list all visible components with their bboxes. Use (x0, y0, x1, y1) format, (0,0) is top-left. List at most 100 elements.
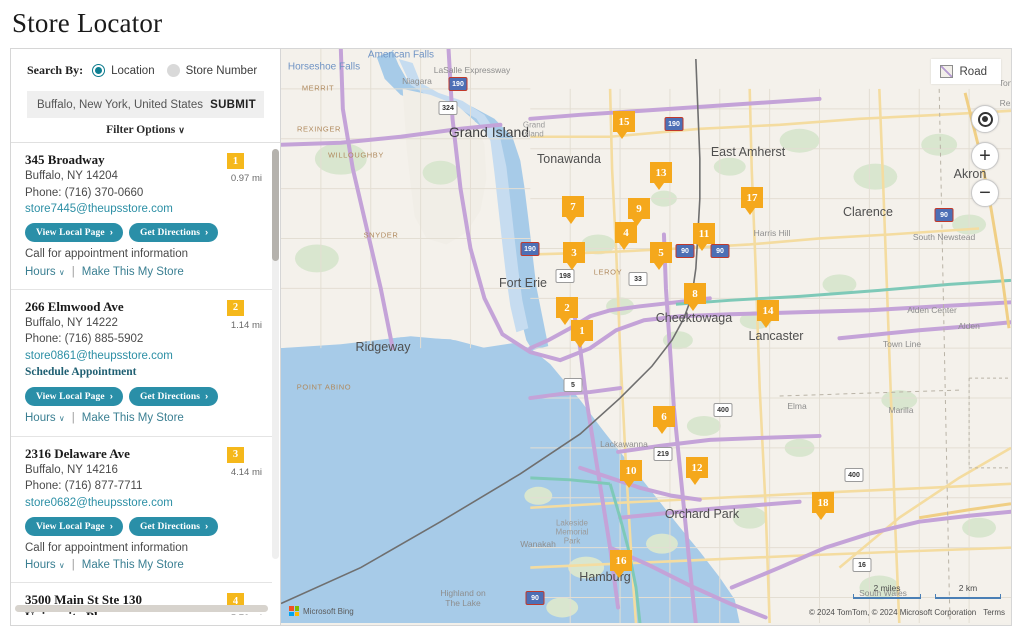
map-pin[interactable]: 6 (653, 406, 675, 434)
map-pin[interactable]: 10 (620, 460, 642, 488)
map-pin[interactable]: 16 (610, 550, 632, 578)
map-pin[interactable]: 11 (693, 223, 715, 251)
map-canvas (281, 49, 1011, 624)
schedule-appointment-link[interactable]: Schedule Appointment (25, 364, 258, 381)
terms-link[interactable]: Terms (983, 608, 1005, 617)
map-pin[interactable]: 7 (562, 196, 584, 224)
map-pin[interactable]: 14 (757, 300, 779, 328)
route-shield: 5 (563, 378, 583, 392)
map[interactable]: Horseshoe Falls American Falls Niagara MERR… (280, 49, 1011, 625)
results-horizontal-scrollbar-thumb[interactable] (15, 605, 268, 612)
radio-store-number-label: Store Number (185, 64, 258, 77)
map-pin[interactable]: 9 (628, 198, 650, 226)
store-address: Buffalo, NY 14216 (25, 463, 118, 476)
hours-toggle[interactable]: Hours ∨ (25, 264, 65, 281)
map-pin[interactable]: 5 (650, 242, 672, 270)
bing-logo[interactable]: Microsoft Bing (289, 606, 354, 616)
store-result-item[interactable]: 345 Broadway Buffalo, NY 14204 Phone: (716… (11, 143, 272, 290)
locate-me-button[interactable] (971, 105, 999, 133)
microsoft-logo-icon (289, 606, 299, 616)
get-directions-button[interactable]: Get Directions › (128, 223, 219, 243)
results-horizontal-scrollbar[interactable] (15, 605, 268, 612)
chevron-down-icon: ∨ (58, 561, 65, 571)
filter-options-toggle[interactable]: Filter Options ∨ (27, 124, 264, 136)
route-shield: 190 (664, 117, 684, 131)
hours-toggle[interactable]: Hours ∨ (25, 410, 65, 427)
map-pin[interactable]: 8 (684, 283, 706, 311)
route-shield: 90 (710, 244, 730, 258)
links-separator: | (71, 412, 75, 425)
view-local-page-label: View Local Page (36, 521, 105, 532)
make-this-my-store-link[interactable]: Make This My Store (82, 410, 184, 427)
hours-label: Hours (25, 412, 56, 425)
search-by-row: Search By: Location Store Number (27, 63, 264, 78)
appointment-note: Call for appointment information (25, 541, 188, 554)
route-shield: 400 (713, 403, 733, 417)
store-phone: Phone: (716) 877-7711 (25, 480, 143, 493)
map-pin[interactable]: 3 (563, 242, 585, 270)
view-local-page-button[interactable]: View Local Page › (25, 387, 123, 407)
search-input-row: SUBMIT (27, 91, 264, 118)
map-pin[interactable]: 2 (556, 297, 578, 325)
view-local-page-label: View Local Page (36, 392, 105, 403)
search-by-label: Search By: (27, 63, 84, 77)
radio-location-icon[interactable] (92, 64, 106, 77)
route-shield: 198 (555, 269, 575, 283)
zoom-out-button[interactable]: − (971, 179, 999, 207)
store-result-item[interactable]: 2316 Delaware Ave Buffalo, NY 14216 Phone:… (11, 437, 272, 584)
store-distance: 1.14 mi (230, 319, 262, 331)
store-action-buttons: View Local Page › Get Directions › (25, 516, 258, 536)
hours-label: Hours (25, 559, 56, 572)
store-email-link[interactable]: store7445@theupsstore.com (25, 201, 258, 217)
store-links-row: Hours ∨ | Make This My Store (25, 410, 258, 427)
map-pin[interactable]: 1 (571, 320, 593, 348)
chevron-right-icon: › (109, 391, 113, 403)
search-input[interactable] (37, 98, 211, 111)
store-phone: Phone: (716) 370-0660 (25, 186, 144, 199)
store-result-item[interactable]: 266 Elmwood Ave Buffalo, NY 14222 Phone: (… (11, 290, 272, 437)
get-directions-button[interactable]: Get Directions › (128, 387, 219, 407)
submit-button[interactable]: SUBMIT (210, 99, 256, 111)
map-pin[interactable]: 13 (650, 162, 672, 190)
make-this-my-store-link[interactable]: Make This My Store (82, 557, 184, 574)
make-this-my-store-link[interactable]: Make This My Store (82, 264, 184, 281)
store-email-link[interactable]: store0682@theupsstore.com (25, 495, 258, 511)
store-map-badge: 1 (227, 153, 244, 169)
hours-label: Hours (25, 265, 56, 278)
zoom-in-button[interactable]: + (971, 142, 999, 170)
view-local-page-button[interactable]: View Local Page › (25, 223, 123, 243)
store-name: 266 Elmwood Ave (25, 298, 124, 314)
results-scrollbar-thumb[interactable] (272, 149, 279, 261)
radio-store-number-icon[interactable] (166, 64, 180, 77)
map-view-toggle[interactable]: Road (930, 59, 1001, 84)
chevron-right-icon: › (205, 227, 209, 239)
results-vertical-scrollbar[interactable] (272, 149, 279, 559)
results-list: 345 Broadway Buffalo, NY 14204 Phone: (716… (11, 143, 272, 615)
chevron-down-icon: ∨ (58, 414, 65, 424)
chevron-down-icon: ∨ (58, 267, 65, 277)
get-directions-label: Get Directions (139, 228, 201, 239)
chevron-down-icon: ∨ (178, 125, 185, 135)
locate-icon (977, 111, 993, 127)
sidebar: Search By: Location Store Number SUBMIT … (11, 49, 280, 625)
road-map-icon (939, 65, 953, 78)
chevron-right-icon: › (109, 520, 113, 532)
view-local-page-button[interactable]: View Local Page › (25, 516, 123, 536)
hours-toggle[interactable]: Hours ∨ (25, 557, 65, 574)
route-shield: 90 (934, 208, 954, 222)
store-email-link[interactable]: store0861@theupsstore.com (25, 348, 258, 364)
radio-option-location[interactable]: Location (92, 64, 155, 77)
links-separator: | (71, 559, 75, 572)
page-title: Store Locator (12, 8, 163, 38)
get-directions-label: Get Directions (139, 392, 201, 403)
map-pin[interactable]: 12 (686, 457, 708, 485)
get-directions-button[interactable]: Get Directions › (128, 516, 219, 536)
scale-km-bar (935, 594, 1001, 599)
links-separator: | (71, 265, 75, 278)
radio-option-store-number[interactable]: Store Number (166, 64, 258, 77)
store-map-badge: 2 (227, 299, 244, 316)
map-pin[interactable]: 15 (613, 111, 635, 139)
route-shield: 190 (520, 242, 540, 256)
map-pin[interactable]: 18 (812, 492, 834, 520)
map-pin[interactable]: 17 (741, 187, 763, 215)
